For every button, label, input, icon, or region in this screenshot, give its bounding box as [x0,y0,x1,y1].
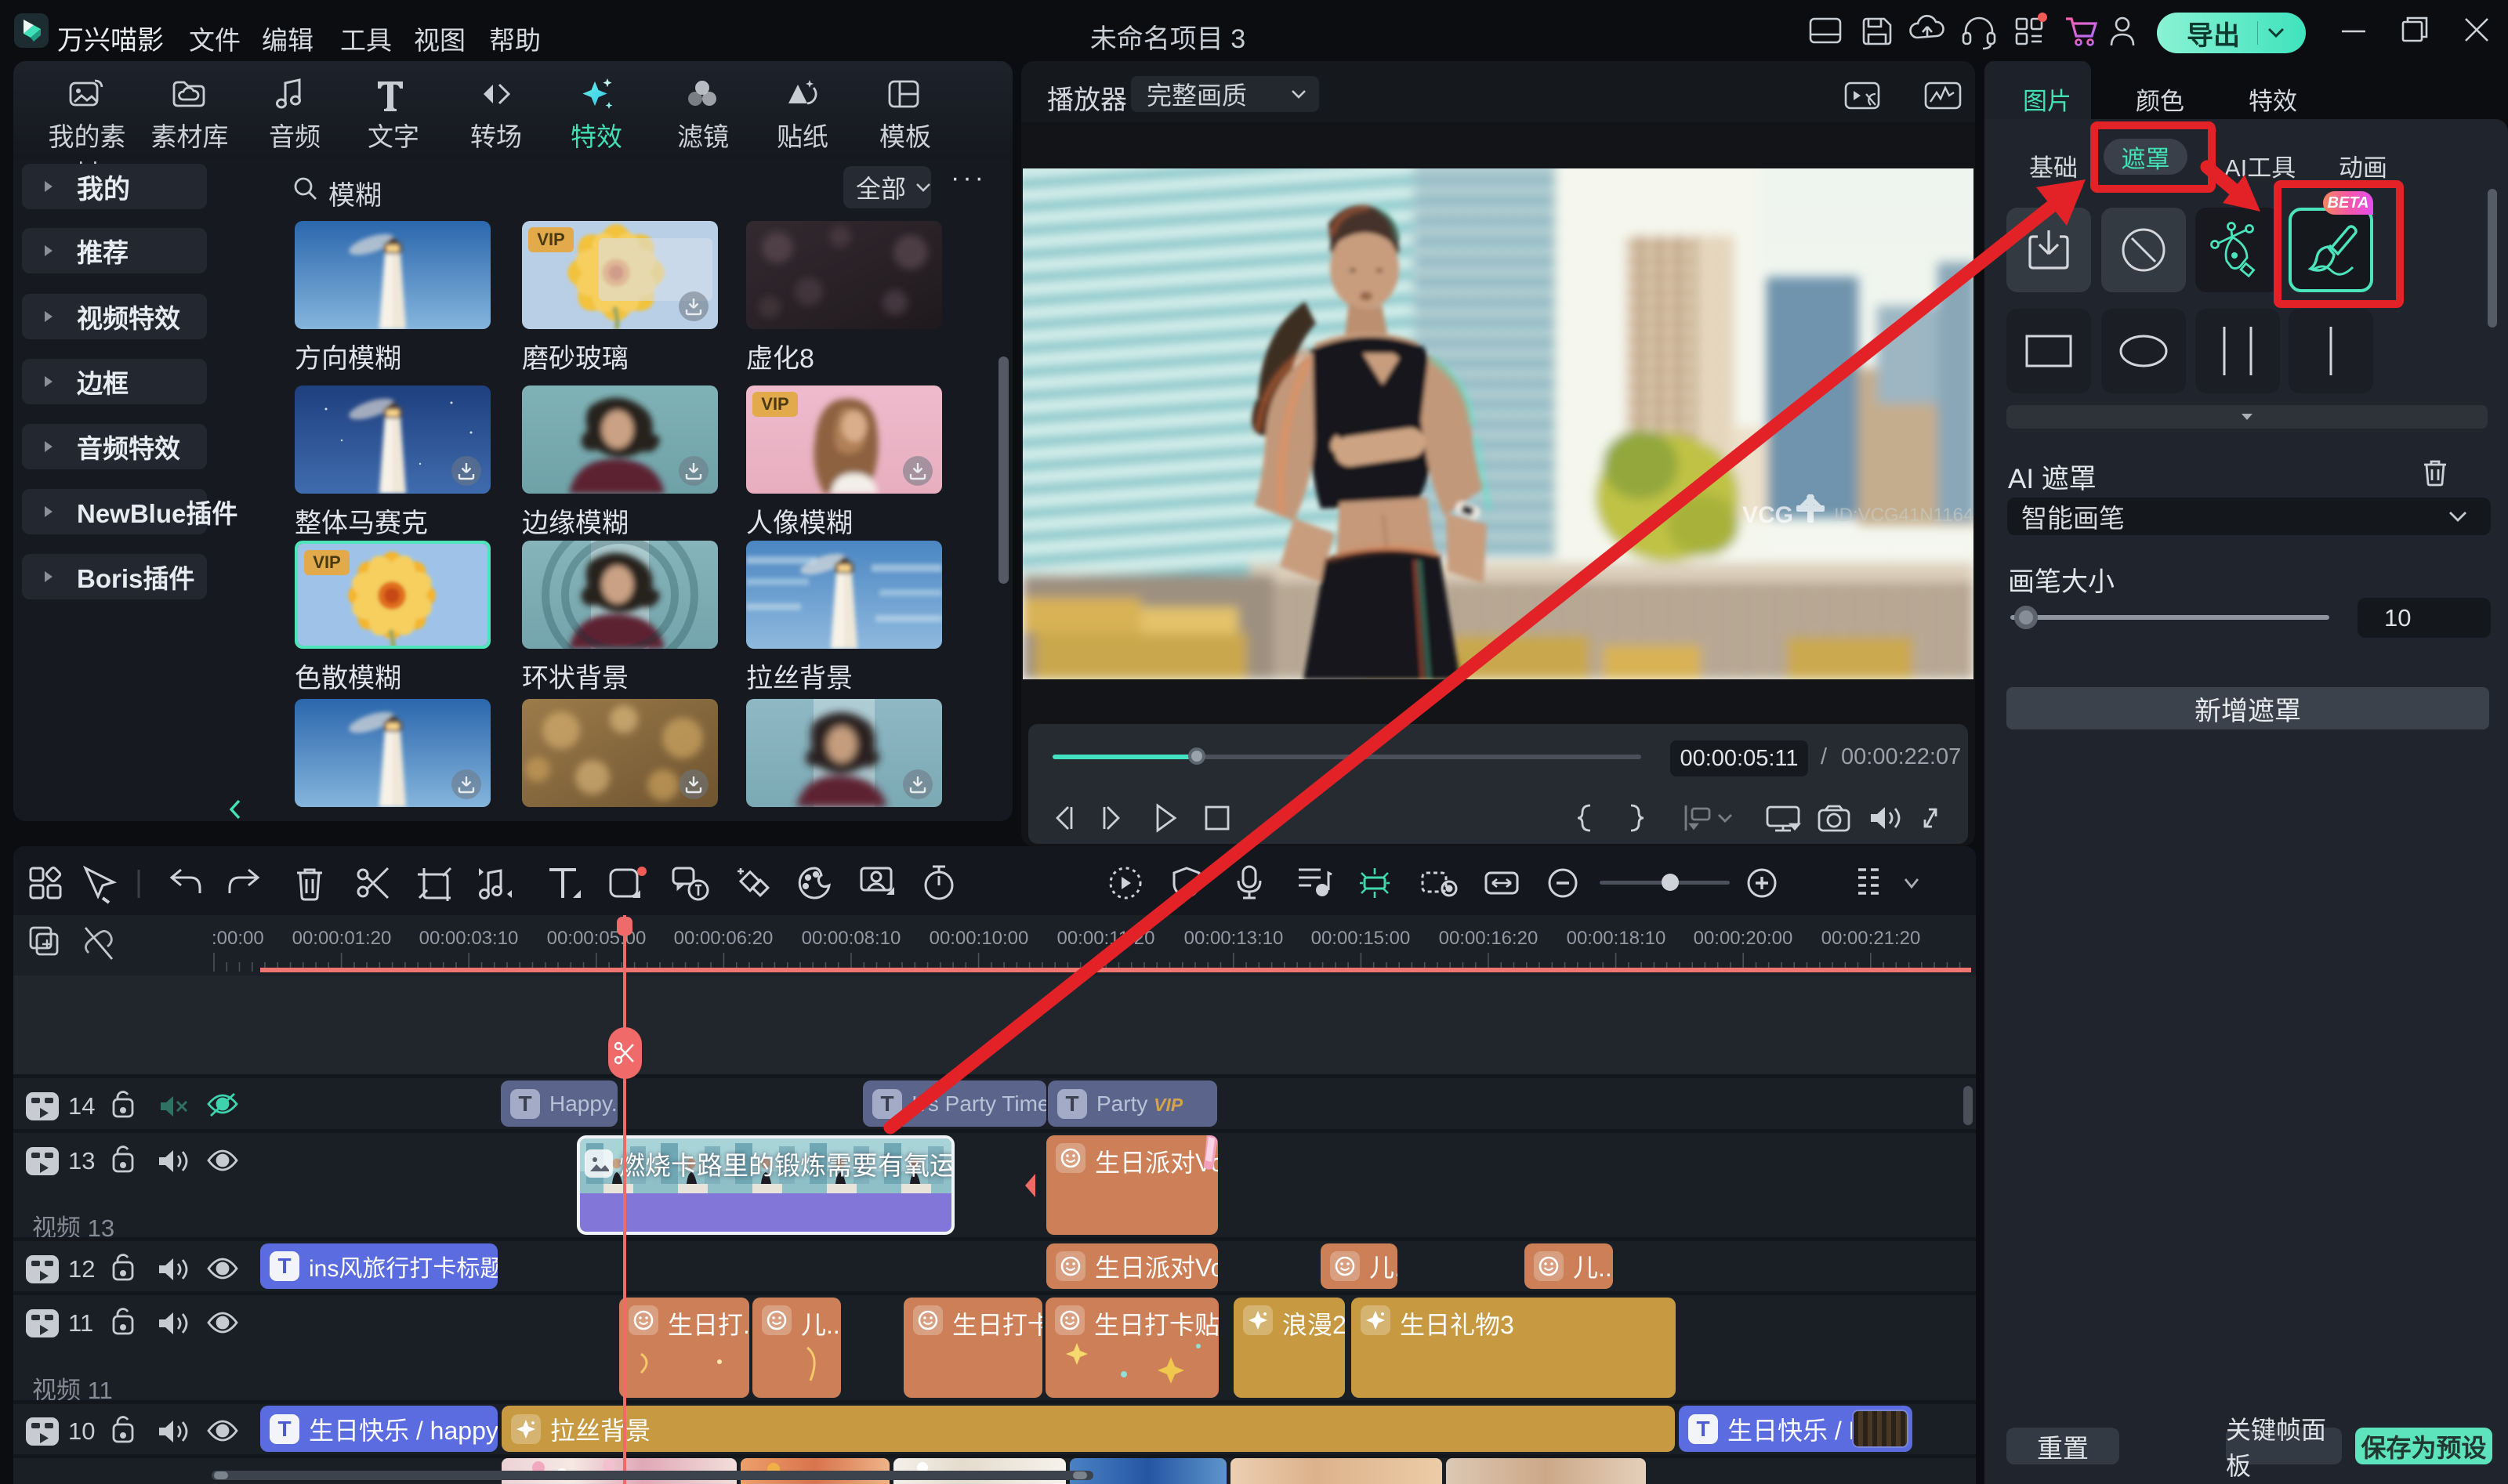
svg-text:VCG: VCG [1742,502,1793,528]
svg-text:ID:VCG41N1164334993: ID:VCG41N1164334993 [1834,505,1973,526]
